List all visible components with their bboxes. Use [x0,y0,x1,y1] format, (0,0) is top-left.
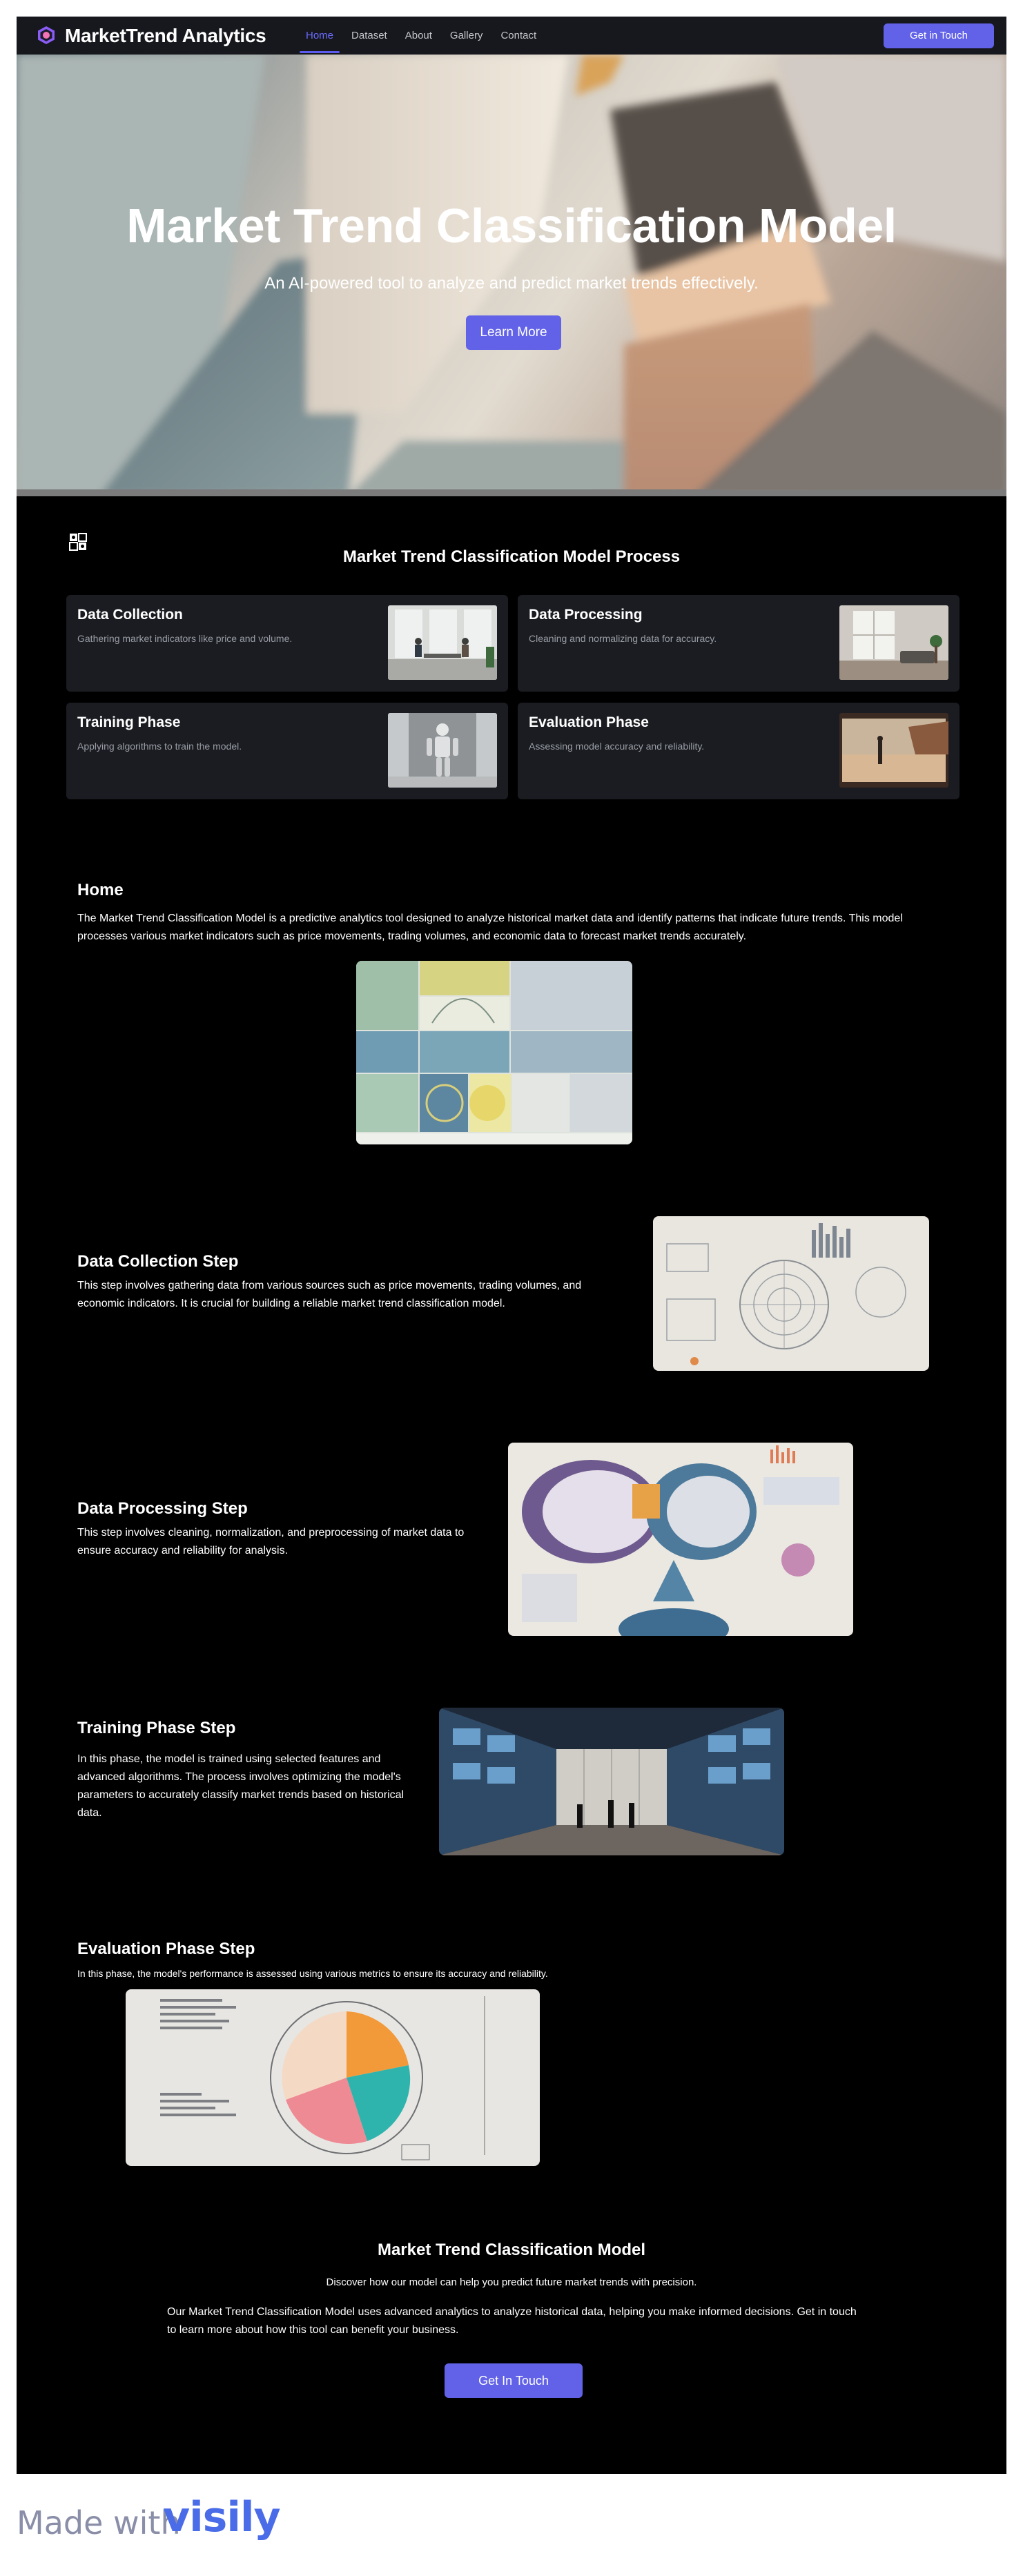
data-sketch-image [653,1216,929,1371]
learn-more-button[interactable]: Learn More [466,315,561,350]
hexagon-logo-icon[interactable] [36,25,57,46]
nav-links: Home Dataset About Gallery Contact [297,17,545,55]
hero-section: Market Trend Classification Model An AI-… [17,55,1006,496]
process-card-training-phase[interactable]: Training Phase Applying algorithms to tr… [66,703,508,799]
nav-link-home[interactable]: Home [297,17,342,55]
desert-window-image [839,713,948,788]
data-collection-text: This step involves gathering data from v… [77,1280,582,1309]
get-in-touch-button[interactable]: Get in Touch [884,23,994,48]
hero-title: Market Trend Classification Model [126,199,897,253]
training-phase-text: In this phase, the model is trained usin… [77,1753,405,1819]
training-phase-title: Training Phase Step [77,1719,236,1737]
office-meeting-image [388,605,497,680]
card-title: Data Processing [529,607,643,623]
dashboard-infographic-image [356,961,632,1144]
process-card-data-collection[interactable]: Data Collection Gathering market indicat… [66,595,508,692]
data-processing-text: This step involves cleaning, normalizati… [77,1527,465,1557]
card-text: Assessing model accuracy and reliability… [529,741,705,752]
card-text: Applying algorithms to train the model. [77,741,242,752]
server-room-image [439,1708,784,1855]
hero-subtitle: An AI-powered tool to analyze and predic… [264,274,759,293]
home-text: The Market Trend Classification Model is… [77,913,903,942]
nav-link-contact[interactable]: Contact [491,17,545,55]
brand-name[interactable]: MarketTrend Analytics [65,25,266,47]
process-title: Market Trend Classification Model Proces… [342,547,681,566]
cta-get-in-touch-button[interactable]: Get In Touch [445,2363,583,2398]
card-text: Cleaning and normalizing data for accura… [529,633,717,644]
data-processing-title: Data Processing Step [77,1499,248,1518]
made-with-label: Made with [17,2504,181,2541]
cta-subtitle: Discover how our model can help you pred… [326,2276,697,2288]
cta-text: Our Market Trend Classification Model us… [167,2306,857,2336]
nav-link-gallery[interactable]: Gallery [441,17,492,55]
evaluation-phase-title: Evaluation Phase Step [77,1940,255,1958]
interior-room-image [839,605,948,680]
card-title: Evaluation Phase [529,714,649,730]
cta-title: Market Trend Classification Model [377,2241,646,2259]
card-title: Training Phase [77,714,181,730]
nav-link-dataset[interactable]: Dataset [342,17,396,55]
nav-link-about[interactable]: About [396,17,441,55]
card-title: Data Collection [77,607,183,623]
data-collection-title: Data Collection Step [77,1252,239,1271]
page-frame: MarketTrend Analytics Home Dataset About… [17,17,1006,2474]
evaluation-chart-image [126,1989,540,2166]
process-card-evaluation-phase[interactable]: Evaluation Phase Assessing model accurac… [518,703,959,799]
robot-image [388,713,497,788]
data-flow-diagram-image [508,1443,853,1636]
evaluation-phase-text: In this phase, the model's performance i… [77,1968,548,1979]
card-text: Gathering market indicators like price a… [77,633,293,644]
visily-logo[interactable]: visily [163,2493,281,2541]
home-title: Home [77,881,124,899]
top-navbar: MarketTrend Analytics Home Dataset About… [17,17,1006,55]
process-card-data-processing[interactable]: Data Processing Cleaning and normalizing… [518,595,959,692]
